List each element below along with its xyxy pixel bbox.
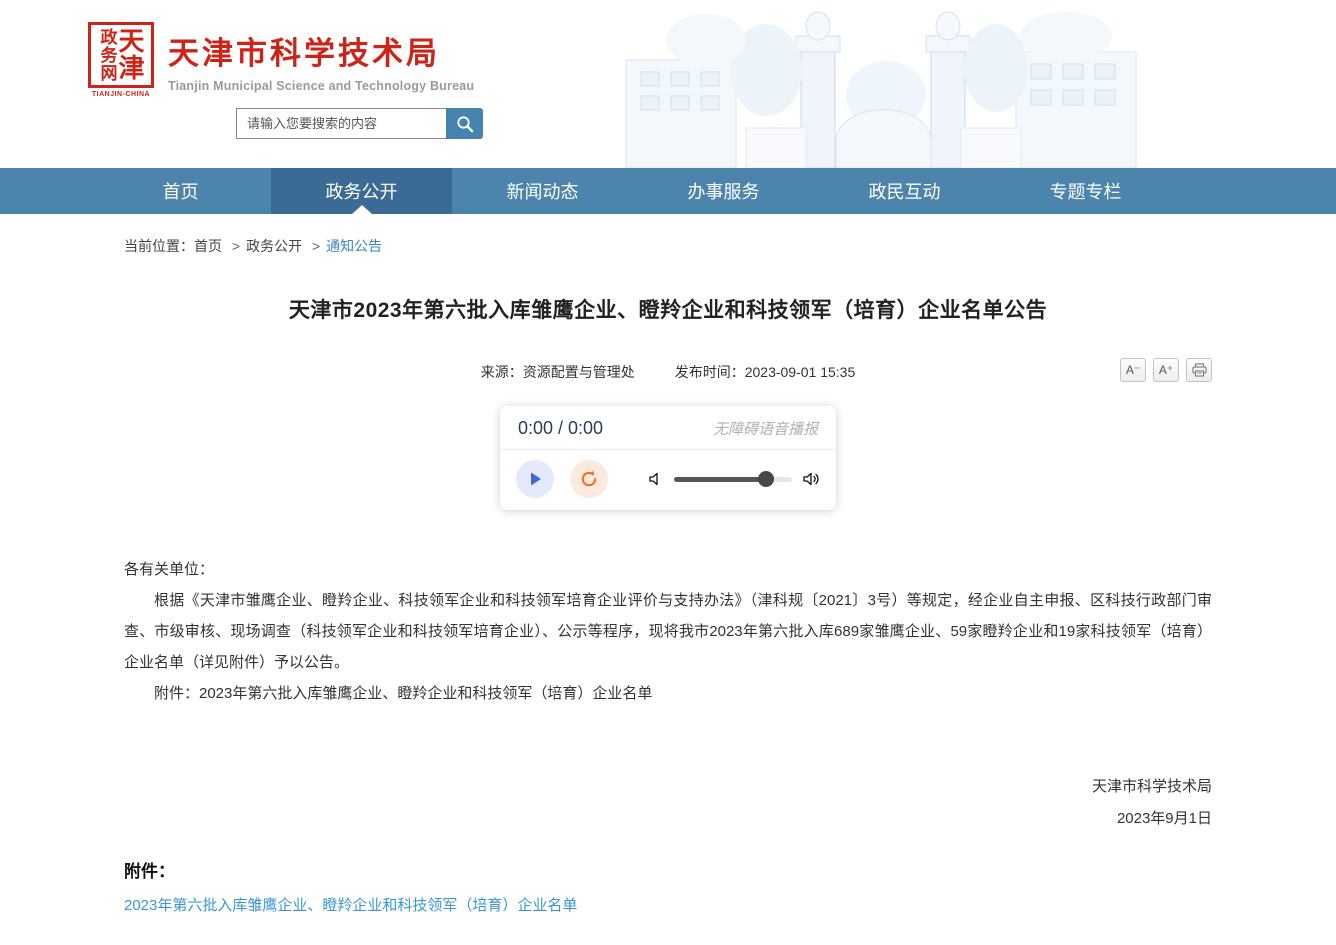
print-button[interactable] (1186, 358, 1212, 382)
printer-icon (1192, 363, 1207, 377)
announcement-paragraph: 根据《天津市雏鹰企业、瞪羚企业、科技领军企业和科技领军培育企业评价与支持办法》（… (124, 585, 1212, 678)
salutation: 各有关单位： (124, 554, 1212, 585)
signature-block: 天津市科学技术局 2023年9月1日 (124, 771, 1212, 835)
source-label: 来源： (481, 364, 523, 380)
replay-loop-icon (579, 469, 599, 489)
page-header: 政务网 天 津 TIANJIN-CHINA 天津市科学技术局 Tianjin M… (0, 0, 1336, 168)
article-meta-row: 来源：资源配置与管理处 发布时间：2023-09-01 15:35 A⁻ A⁺ (124, 356, 1212, 386)
volume-controls (648, 471, 820, 487)
nav-item-topics[interactable]: 专题专栏 (995, 168, 1176, 214)
nav-item-services[interactable]: 办事服务 (633, 168, 814, 214)
signature-date: 2023年9月1日 (124, 803, 1212, 835)
volume-slider-fill (674, 477, 766, 482)
breadcrumb-label: 当前位置： (124, 238, 194, 254)
player-caption: 无障碍语音播报 (713, 418, 818, 439)
breadcrumb-home-link[interactable]: 首页 (194, 238, 222, 254)
nav-item-interaction[interactable]: 政民互动 (814, 168, 995, 214)
seal-left-text: 政务网 (97, 28, 115, 82)
seal-caption: TIANJIN-CHINA (92, 91, 150, 98)
font-increase-button[interactable]: A⁺ (1153, 358, 1179, 382)
site-brand: 政务网 天 津 TIANJIN-CHINA 天津市科学技术局 Tianjin M… (88, 22, 474, 98)
font-tools: A⁻ A⁺ (1120, 358, 1212, 382)
attachments-section: 附件： 2023年第六批入库雏鹰企业、瞪羚企业和科技领军（培育）企业名单 (124, 857, 1212, 945)
volume-slider-thumb[interactable] (758, 471, 774, 487)
volume-down-icon[interactable] (648, 471, 664, 487)
play-icon (526, 470, 544, 488)
main-nav: 首页 政务公开 新闻动态 办事服务 政民互动 专题专栏 (0, 168, 1336, 214)
nav-item-news[interactable]: 新闻动态 (452, 168, 633, 214)
breadcrumb-current-link[interactable]: 通知公告 (326, 238, 382, 254)
seal-char-2: 津 (118, 55, 144, 82)
breadcrumb-section-link[interactable]: 政务公开 (246, 238, 302, 254)
publish-time: 2023-09-01 15:35 (745, 364, 856, 380)
site-logo: 政务网 天 津 TIANJIN-CHINA (88, 22, 154, 98)
play-button[interactable] (516, 460, 554, 498)
article-title: 天津市2023年第六批入库雏鹰企业、瞪羚企业和科技领军（培育）企业名单公告 (124, 294, 1212, 324)
source-value: 资源配置与管理处 (523, 364, 635, 380)
volume-up-icon[interactable] (802, 471, 820, 487)
site-subtitle: Tianjin Municipal Science and Technology… (168, 79, 474, 93)
publish-label: 发布时间： (675, 364, 745, 380)
search-bar (236, 108, 483, 139)
attachments-heading: 附件： (124, 857, 1212, 882)
search-input[interactable] (236, 108, 446, 139)
article: 天津市2023年第六批入库雏鹰企业、瞪羚企业和科技领军（培育）企业名单公告 来源… (124, 294, 1212, 945)
site-title: 天津市科学技术局 (168, 28, 474, 73)
replay-button[interactable] (570, 460, 608, 498)
volume-slider[interactable] (674, 477, 792, 482)
breadcrumb-separator: > (232, 238, 240, 254)
tianjin-seal-icon: 政务网 天 津 (88, 22, 154, 88)
nav-item-gov-affairs[interactable]: 政务公开 (271, 168, 452, 214)
header-building-art (586, 0, 1176, 168)
nav-item-home[interactable]: 首页 (90, 168, 271, 214)
search-icon (455, 114, 475, 134)
seal-char-1: 天 (118, 28, 144, 55)
player-time: 0:00 / 0:00 (518, 418, 603, 439)
attachment-reference-line: 附件：2023年第六批入库雏鹰企业、瞪羚企业和科技领军（培育）企业名单 (124, 678, 1212, 709)
accessibility-audio-player: 0:00 / 0:00 无障碍语音播报 (500, 406, 836, 510)
font-decrease-button[interactable]: A⁻ (1120, 358, 1146, 382)
search-button[interactable] (446, 108, 483, 139)
article-body: 各有关单位： 根据《天津市雏鹰企业、瞪羚企业、科技领军企业和科技领军培育企业评价… (124, 554, 1212, 709)
signature-org: 天津市科学技术局 (124, 771, 1212, 803)
breadcrumb: 当前位置：首页 > 政务公开 > 通知公告 (124, 214, 1212, 266)
breadcrumb-separator: > (312, 238, 320, 254)
article-meta: 来源：资源配置与管理处 发布时间：2023-09-01 15:35 (124, 356, 1212, 382)
attachment-download-link[interactable]: 2023年第六批入库雏鹰企业、瞪羚企业和科技领军（培育）企业名单 (124, 894, 577, 915)
